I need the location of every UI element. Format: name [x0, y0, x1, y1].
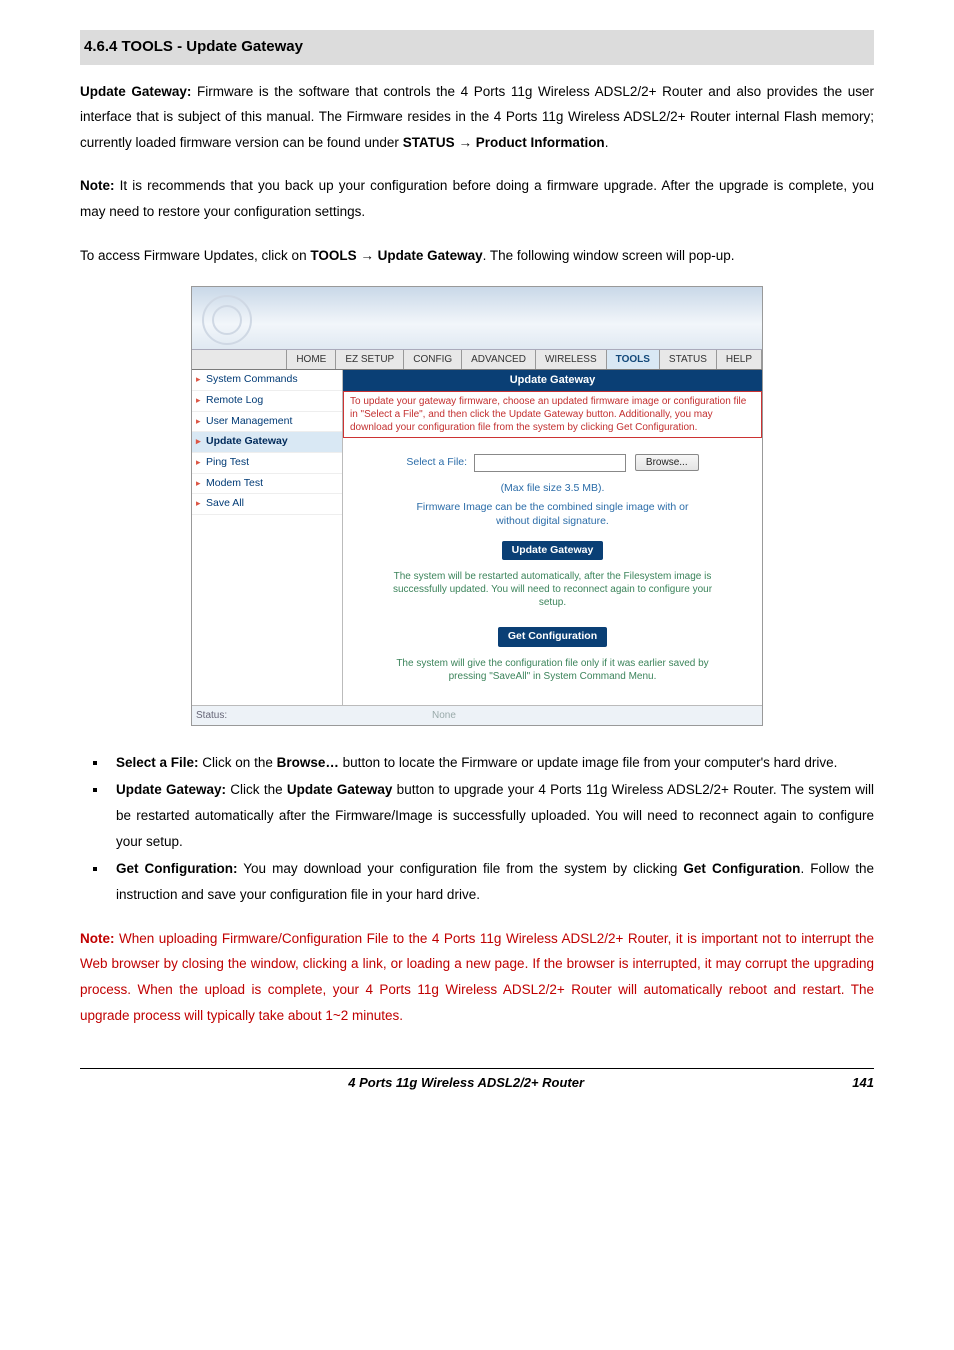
page-footer: 4 Ports 11g Wireless ADSL2/2+ Router 141: [80, 1068, 874, 1096]
sidebar-item-ping-test[interactable]: Ping Test: [192, 453, 342, 474]
sidebar-item-system-commands[interactable]: System Commands: [192, 370, 342, 391]
bullet-lead: Get Configuration:: [116, 861, 238, 876]
p3-update-gateway: Update Gateway: [374, 248, 483, 263]
red-note-lead: Note:: [80, 931, 115, 946]
sidebar: System Commands Remote Log User Manageme…: [192, 370, 343, 705]
tab-home[interactable]: HOME: [287, 350, 336, 369]
panel-title: Update Gateway: [343, 370, 762, 390]
footer-title: 4 Ports 11g Wireless ADSL2/2+ Router: [348, 1071, 584, 1096]
top-tabs: HOME EZ SETUP CONFIG ADVANCED WIRELESS T…: [192, 350, 762, 370]
tab-status[interactable]: STATUS: [660, 350, 717, 369]
section-title: 4.6.4 TOOLS - Update Gateway: [80, 30, 874, 65]
sidebar-item-user-management[interactable]: User Management: [192, 412, 342, 433]
paragraph-note: Note: It is recommends that you back up …: [80, 173, 874, 224]
bullet-list: Select a File: Click on the Browse… butt…: [80, 750, 874, 908]
screenshot: HOME EZ SETUP CONFIG ADVANCED WIRELESS T…: [191, 286, 763, 726]
tab-ez-setup[interactable]: EZ SETUP: [336, 350, 404, 369]
info-max-size: (Max file size 3.5 MB).: [413, 482, 693, 496]
tab-wireless[interactable]: WIRELESS: [536, 350, 607, 369]
bullet-text: You may download your configuration file…: [238, 861, 684, 876]
bullet-update-gateway: Update Gateway: Click the Update Gateway…: [108, 777, 874, 854]
sidebar-item-remote-log[interactable]: Remote Log: [192, 391, 342, 412]
bullet-text: Click the: [226, 782, 287, 797]
file-input[interactable]: [474, 454, 626, 472]
tab-help[interactable]: HELP: [717, 350, 762, 369]
paragraph-access: To access Firmware Updates, click on TOO…: [80, 243, 874, 269]
p3-tools: TOOLS: [310, 248, 360, 263]
tab-config[interactable]: CONFIG: [404, 350, 462, 369]
file-select-label: Select a File:: [406, 456, 467, 468]
bullet-text: Click on the: [199, 755, 277, 770]
lead-update-gateway: Update Gateway:: [80, 84, 191, 99]
p3-post: . The following window screen will pop-u…: [483, 248, 735, 263]
sidebar-item-modem-test[interactable]: Modem Test: [192, 474, 342, 495]
browse-button[interactable]: Browse...: [635, 454, 699, 471]
bullet-select-file: Select a File: Click on the Browse… butt…: [108, 750, 874, 776]
info-restart: The system will be restarted automatical…: [383, 570, 723, 609]
arrow-icon: →: [458, 135, 472, 150]
update-gateway-button[interactable]: Update Gateway: [502, 541, 604, 561]
sidebar-item-update-gateway[interactable]: Update Gateway: [192, 432, 342, 453]
p1-bold-status: STATUS: [403, 135, 459, 150]
get-configuration-button[interactable]: Get Configuration: [498, 627, 607, 647]
info-saveall: The system will give the configuration f…: [383, 657, 723, 683]
bullet-bold: Browse…: [277, 755, 339, 770]
status-label: Status:: [196, 709, 342, 722]
bullet-lead: Select a File:: [116, 755, 199, 770]
p3-pre: To access Firmware Updates, click on: [80, 248, 310, 263]
sidebar-item-save-all[interactable]: Save All: [192, 494, 342, 515]
bullet-bold: Get Configuration: [683, 861, 800, 876]
footer-page-number: 141: [852, 1071, 874, 1096]
p2-body: It is recommends that you back up your c…: [80, 178, 874, 219]
p1-bold-productinfo: Product Information: [472, 135, 605, 150]
status-bar: Status: None: [192, 705, 762, 725]
tab-advanced[interactable]: ADVANCED: [462, 350, 536, 369]
status-value: None: [342, 709, 758, 722]
lead-note: Note:: [80, 178, 115, 193]
bullet-bold: Update Gateway: [287, 782, 393, 797]
p1-end: .: [605, 135, 609, 150]
warning-box: To update your gateway firmware, choose …: [343, 391, 762, 438]
logo-swirl-icon: [202, 295, 252, 345]
main-panel: Update Gateway To update your gateway fi…: [343, 370, 762, 705]
tab-tools[interactable]: TOOLS: [607, 350, 660, 369]
tab-spacer: [192, 350, 287, 369]
paragraph-update-gateway: Update Gateway: Firmware is the software…: [80, 79, 874, 156]
red-note-body: When uploading Firmware/Configuration Fi…: [80, 931, 874, 1023]
red-note: Note: When uploading Firmware/Configurat…: [80, 926, 874, 1029]
screenshot-header: [192, 287, 762, 350]
bullet-get-configuration: Get Configuration: You may download your…: [108, 856, 874, 907]
bullet-text: button to locate the Firmware or update …: [339, 755, 838, 770]
info-image-combined: Firmware Image can be the combined singl…: [413, 501, 693, 528]
file-select-row: Select a File: Browse...: [363, 454, 742, 472]
arrow-icon: →: [360, 248, 374, 263]
bullet-lead: Update Gateway:: [116, 782, 226, 797]
